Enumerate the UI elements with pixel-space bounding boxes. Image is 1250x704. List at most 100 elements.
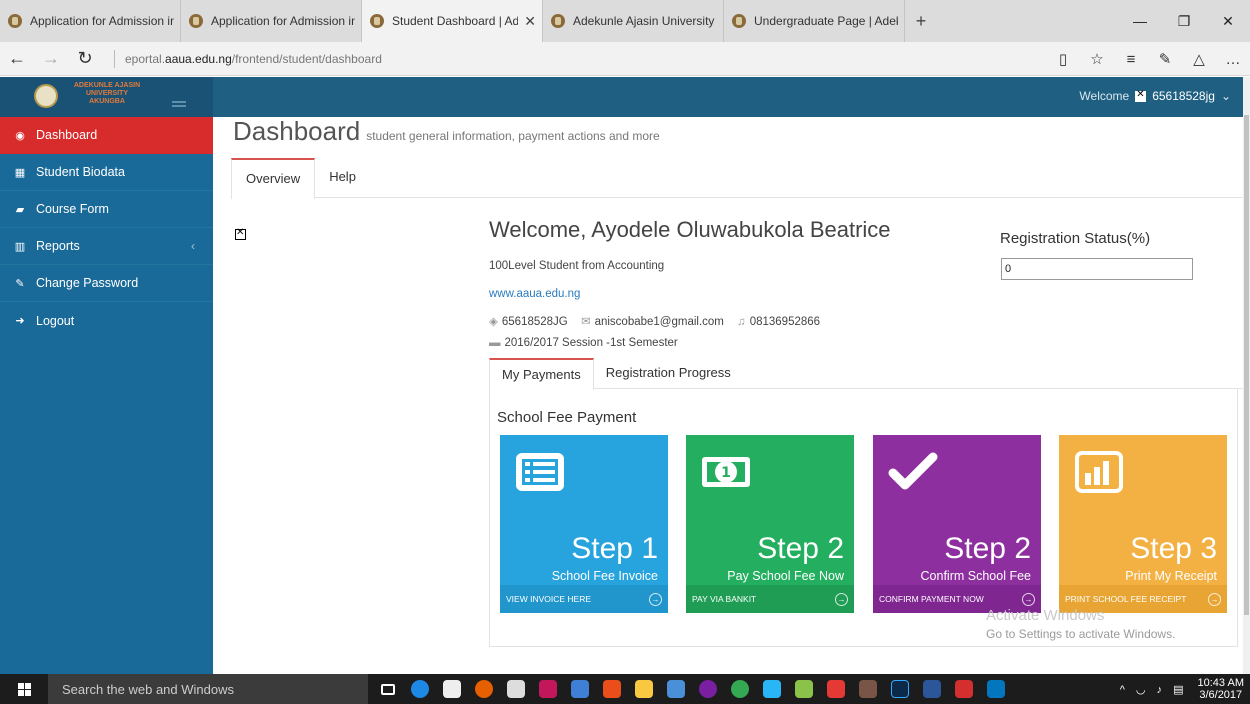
reading-view-icon[interactable]: ▯ <box>1046 42 1080 76</box>
windows-taskbar: Search the web and Windows ^ ◡ ♪ ▤ 10:43… <box>0 674 1250 704</box>
system-tray: ^ ◡ ♪ ▤ 10:43 AM 3/6/2017 <box>1120 674 1250 704</box>
sidebar-item-student-biodata[interactable]: ▦ Student Biodata <box>0 154 213 191</box>
panel-title: School Fee Payment <box>497 409 637 426</box>
page-subtitle: student general information, payment act… <box>366 129 660 143</box>
session-info: ▬ 2016/2017 Session -1st Semester <box>489 337 678 349</box>
hub-icon[interactable]: ≡ <box>1114 42 1148 76</box>
step1-invoice-tile[interactable]: Step 1 School Fee Invoice VIEW INVOICE H… <box>500 435 668 613</box>
edge-icon[interactable] <box>404 674 436 704</box>
page-title: Dashboard student general information, pa… <box>233 116 660 146</box>
browser-tab[interactable]: Undergraduate Page | Adeku <box>724 0 905 42</box>
file-explorer-icon[interactable] <box>628 674 660 704</box>
app-icon[interactable] <box>564 674 596 704</box>
tab-registration-progress[interactable]: Registration Progress <box>594 358 743 388</box>
tag-icon: ◈ <box>489 316 498 328</box>
welcome-heading: Welcome, Ayodele Oluwabukola Beatrice <box>489 217 891 242</box>
close-tab-icon[interactable]: ✕ <box>524 13 536 30</box>
tab-my-payments[interactable]: My Payments <box>489 358 594 390</box>
site-favicon-icon <box>8 14 22 28</box>
activate-windows-hint: Go to Settings to activate Windows. <box>986 627 1176 641</box>
app-icon[interactable] <box>756 674 788 704</box>
activate-windows-watermark: Activate Windows <box>986 607 1105 624</box>
step3-receipt-tile[interactable]: Step 3 Print My Receipt PRINT SCHOOL FEE… <box>1059 435 1227 613</box>
bar-chart-icon: ▥ <box>14 240 26 253</box>
university-crest-icon <box>34 84 58 108</box>
sidebar-item-reports[interactable]: ▥ Reports ‹ <box>0 228 213 265</box>
favorite-star-icon[interactable]: ☆ <box>1080 42 1114 76</box>
app-icon[interactable] <box>820 674 852 704</box>
window-controls: — ❐ ✕ <box>1118 0 1250 42</box>
app-icon[interactable] <box>788 674 820 704</box>
svg-text:1: 1 <box>721 465 731 481</box>
page-scrollbar[interactable] <box>1243 77 1250 674</box>
app-icon[interactable] <box>852 674 884 704</box>
money-icon: 1 <box>702 457 750 487</box>
refresh-icon[interactable]: ↻ <box>68 42 102 76</box>
sidebar-item-dashboard[interactable]: ◉ Dashboard <box>0 117 213 154</box>
close-window-icon[interactable]: ✕ <box>1206 0 1250 42</box>
taskbar-search[interactable]: Search the web and Windows <box>48 674 368 704</box>
sidebar-item-change-password[interactable]: ✎ Change Password <box>0 265 213 302</box>
restore-icon[interactable]: ❐ <box>1162 0 1206 42</box>
web-note-icon[interactable]: ✎ <box>1148 42 1182 76</box>
browser-tab[interactable]: Adekunle Ajasin University A <box>543 0 724 42</box>
app-icon[interactable] <box>660 674 692 704</box>
chrome-icon[interactable] <box>724 674 756 704</box>
minimize-icon[interactable]: — <box>1118 0 1162 42</box>
logo-text: ADEKUNLE AJASIN UNIVERSITY AKUNGBA <box>73 82 141 105</box>
back-icon[interactable]: ← <box>0 42 34 76</box>
tray-icons[interactable]: ^ ◡ ♪ ▤ <box>1120 683 1188 696</box>
firefox-icon[interactable] <box>468 674 500 704</box>
briefcase-icon: ▬ <box>489 337 501 349</box>
word-icon[interactable] <box>916 674 948 704</box>
clock[interactable]: 10:43 AM 3/6/2017 <box>1198 677 1244 701</box>
logo[interactable]: ADEKUNLE AJASIN UNIVERSITY AKUNGBA <box>0 77 213 117</box>
student-level: 100Level Student from Accounting <box>489 260 665 272</box>
pay-via-bankit-link[interactable]: PAY VIA BANKIT → <box>686 585 854 613</box>
main-content: Dashboard student general information, pa… <box>213 117 1243 674</box>
bar-chart-icon <box>1075 451 1123 493</box>
forward-icon[interactable]: → <box>34 42 68 76</box>
sidebar-item-logout[interactable]: ➜ Logout <box>0 302 213 339</box>
more-icon[interactable]: … <box>1216 42 1250 76</box>
sidebar-item-course-form[interactable]: ▰ Course Form <box>0 191 213 228</box>
sidebar-toggle-icon[interactable] <box>172 101 186 107</box>
app-icon[interactable] <box>532 674 564 704</box>
app-icon[interactable] <box>692 674 724 704</box>
app-icon[interactable] <box>596 674 628 704</box>
registration-status-label: Registration Status(%) <box>1000 230 1151 247</box>
step2-pay-tile[interactable]: 1 Step 2 Pay School Fee Now PAY VIA BANK… <box>686 435 854 613</box>
arrow-circle-right-icon: → <box>1208 592 1221 606</box>
page-tabs: Overview Help <box>231 158 1243 199</box>
task-view-icon[interactable] <box>372 674 404 704</box>
view-invoice-link[interactable]: VIEW INVOICE HERE → <box>500 585 668 613</box>
browser-tab[interactable]: Application for Admission in <box>0 0 181 42</box>
edit-icon: ✎ <box>15 277 25 290</box>
photoshop-icon[interactable] <box>884 674 916 704</box>
tab-help[interactable]: Help <box>315 158 370 197</box>
tab-overview[interactable]: Overview <box>231 158 316 199</box>
app-icon[interactable] <box>500 674 532 704</box>
bell-icon: ♫ <box>737 316 746 328</box>
site-favicon-icon <box>732 14 746 28</box>
website-link[interactable]: www.aaua.edu.ng <box>489 288 580 300</box>
step2-confirm-tile[interactable]: Step 2 Confirm School Fee CONFIRM PAYMEN… <box>873 435 1041 613</box>
arrow-circle-right-icon: → <box>835 592 848 606</box>
browser-tools: ▯ ☆ ≡ ✎ △ … <box>1046 42 1250 76</box>
arrow-circle-right-icon: → <box>1022 592 1035 606</box>
app-icon[interactable] <box>948 674 980 704</box>
share-icon[interactable]: △ <box>1182 42 1216 76</box>
registration-status-field[interactable]: 0 <box>1001 258 1193 280</box>
start-button[interactable] <box>0 674 48 704</box>
address-bar[interactable]: eportal.aaua.edu.ng/frontend/student/das… <box>114 49 382 68</box>
book-icon: ▰ <box>15 203 25 216</box>
app-icon[interactable] <box>980 674 1012 704</box>
list-icon <box>516 453 564 491</box>
sign-out-icon: ➜ <box>15 315 25 327</box>
browser-tab-bar: Application for Admission in Application… <box>0 0 1250 42</box>
store-icon[interactable] <box>436 674 468 704</box>
user-menu[interactable]: Welcome 65618528jg ⌄ <box>1079 89 1231 104</box>
browser-tab-active[interactable]: Student Dashboard | Ad ✕ <box>362 0 543 42</box>
new-tab-button[interactable]: + <box>905 0 937 42</box>
browser-tab[interactable]: Application for Admission in <box>181 0 362 42</box>
